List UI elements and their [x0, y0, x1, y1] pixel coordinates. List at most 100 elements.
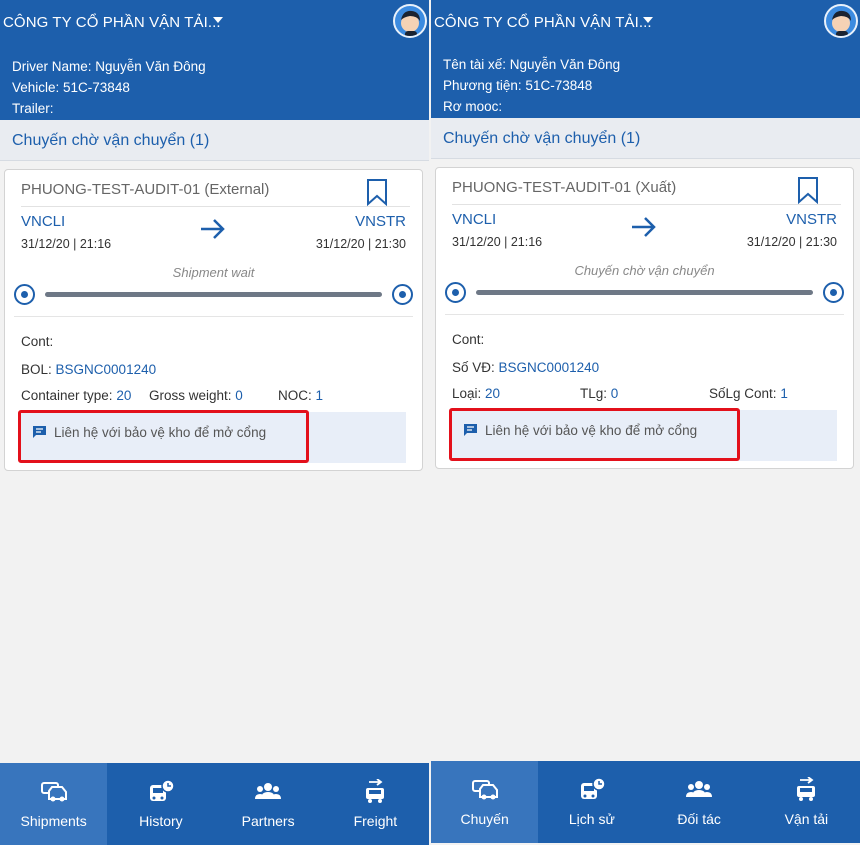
- section-title: Chuyến chờ vận chuyển (1): [443, 130, 641, 147]
- bol-row: BOL: BSGNC0001240: [21, 362, 156, 377]
- section-header: Chuyến chờ vận chuyển (1): [431, 118, 860, 159]
- vehicle: Vehicle: 51C-73848: [12, 80, 130, 95]
- tab-history[interactable]: History: [107, 763, 214, 845]
- tab-shipments-label: Chuyến: [460, 811, 509, 827]
- car-icon: [471, 780, 498, 800]
- bol-value[interactable]: BSGNC0001240: [56, 362, 157, 377]
- driver-info: Tên tài xế: Nguyễn Văn Đông Phương tiện:…: [443, 54, 620, 117]
- progress-track: [476, 290, 813, 295]
- section-title: Chuyến chờ vận chuyển (1): [12, 132, 210, 149]
- tab-freight-label: Freight: [353, 813, 398, 829]
- noc-label: SốLg Cont:: [709, 386, 777, 401]
- truck-icon: [366, 779, 385, 803]
- tab-history-label: History: [139, 813, 183, 829]
- bookmark-icon[interactable]: [797, 176, 819, 204]
- tab-freight[interactable]: Freight: [322, 763, 429, 845]
- bookmark-icon[interactable]: [366, 178, 388, 206]
- noc: NOC: 1: [278, 388, 323, 403]
- gross-weight-value: 0: [610, 386, 619, 401]
- bol-value[interactable]: BSGNC0001240: [499, 360, 600, 375]
- driver-info: Driver Name: Nguyễn Văn Đông Vehicle: 51…: [12, 56, 206, 119]
- driver-name: Driver Name: Nguyễn Văn Đông: [12, 59, 206, 74]
- destination-time: 31/12/20 | 21:30: [746, 235, 837, 249]
- tab-freight[interactable]: Vận tải: [753, 761, 860, 843]
- chevron-down-icon[interactable]: [643, 17, 653, 23]
- tab-freight-label: Vận tải: [784, 811, 829, 827]
- bottom-nav: Shipments History Partners Freight: [0, 763, 429, 845]
- shipment-card[interactable]: PHUONG-TEST-AUDIT-01 (Xuất) VNCLI 31/12/…: [435, 167, 854, 469]
- truck-icon: [797, 777, 816, 801]
- shipment-status: Chuyến chờ vận chuyển: [574, 263, 715, 278]
- gross-weight-label: TLg:: [580, 386, 608, 401]
- divider: [14, 316, 413, 317]
- car-icon: [40, 782, 67, 802]
- avatar[interactable]: [393, 4, 427, 38]
- origin-time: 31/12/20 | 21:16: [21, 237, 112, 251]
- app-header: CÔNG TY CỔ PHẦN VẬN TẢI... Tên tài xế: N…: [431, 0, 860, 120]
- people-icon: [686, 781, 713, 797]
- tab-shipments[interactable]: Chuyến: [431, 761, 539, 843]
- driver-name: Tên tài xế: Nguyễn Văn Đông: [443, 57, 621, 72]
- shipment-id: PHUONG-TEST-AUDIT-01 (External): [21, 181, 270, 198]
- arrow-right-icon: [201, 219, 225, 239]
- destination-time: 31/12/20 | 21:30: [315, 237, 406, 251]
- company-name[interactable]: CÔNG TY CỔ PHẦN VẬN TẢI...: [434, 14, 652, 31]
- start-point-icon: [445, 282, 466, 303]
- noc: SốLg Cont: 1: [709, 386, 788, 401]
- shipment-status: Shipment wait: [172, 265, 255, 280]
- end-point-icon: [392, 284, 413, 305]
- gross-weight-label: Gross weight:: [149, 388, 232, 403]
- bol-label: Số VĐ:: [452, 360, 495, 375]
- trailer: Trailer:: [12, 101, 54, 116]
- origin-time: 31/12/20 | 21:16: [452, 235, 543, 249]
- bus-clock-icon: [580, 777, 606, 799]
- gross-weight-value: 0: [235, 388, 243, 403]
- container-type: Loại: 20: [452, 386, 500, 401]
- tab-shipments[interactable]: Shipments: [0, 763, 108, 845]
- divider: [452, 204, 841, 205]
- section-header: Chuyến chờ vận chuyển (1): [0, 120, 429, 161]
- noc-value: 1: [780, 386, 788, 401]
- highlight-box: [449, 408, 740, 461]
- shipment-id: PHUONG-TEST-AUDIT-01 (Xuất): [452, 179, 677, 196]
- end-point-icon: [823, 282, 844, 303]
- arrow-right-icon: [632, 217, 656, 237]
- divider: [445, 314, 844, 315]
- tab-history-label: Lịch sử: [568, 811, 615, 827]
- vehicle: Phương tiện: 51C-73848: [443, 78, 593, 93]
- company-name[interactable]: CÔNG TY CỔ PHẦN VẬN TẢI...: [3, 14, 221, 31]
- destination-code: VNSTR: [355, 213, 406, 230]
- noc-label: NOC:: [278, 388, 312, 403]
- origin-code: VNCLI: [21, 213, 66, 230]
- highlight-box: [18, 410, 309, 463]
- cont-label: Cont:: [452, 332, 485, 347]
- divider: [21, 206, 410, 207]
- tab-partners[interactable]: Đối tác: [646, 761, 753, 843]
- tab-history[interactable]: Lịch sử: [538, 761, 645, 843]
- origin-code: VNCLI: [452, 211, 497, 228]
- bol-row: Số VĐ: BSGNC0001240: [452, 360, 599, 375]
- tab-partners-label: Partners: [241, 813, 295, 829]
- container-type-label: Container type:: [21, 388, 113, 403]
- container-type-value: 20: [116, 388, 132, 403]
- shipment-card[interactable]: PHUONG-TEST-AUDIT-01 (External) VNCLI 31…: [4, 169, 423, 471]
- avatar[interactable]: [824, 4, 858, 38]
- screen-english: CÔNG TY CỔ PHẦN VẬN TẢI... Driver Name: …: [0, 0, 429, 845]
- start-point-icon: [14, 284, 35, 305]
- chevron-down-icon[interactable]: [213, 17, 223, 23]
- tab-shipments-label: Shipments: [20, 813, 87, 829]
- container-type-value: 20: [485, 386, 501, 401]
- gross-weight: TLg: 0: [580, 386, 618, 401]
- container-type-label: Loại:: [452, 386, 482, 401]
- cont-label: Cont:: [21, 334, 54, 349]
- destination-code: VNSTR: [786, 211, 837, 228]
- tab-partners[interactable]: Partners: [215, 763, 322, 845]
- progress-track: [45, 292, 382, 297]
- container-type: Container type: 20: [21, 388, 131, 403]
- bottom-nav: Chuyến Lịch sử Đối tác Vận tải: [431, 761, 860, 843]
- screen-vietnamese: CÔNG TY CỔ PHẦN VẬN TẢI... Tên tài xế: N…: [431, 0, 860, 845]
- bol-label: BOL:: [21, 362, 52, 377]
- people-icon: [255, 783, 282, 799]
- tab-partners-label: Đối tác: [677, 811, 721, 827]
- trailer: Rơ mooc:: [443, 99, 503, 114]
